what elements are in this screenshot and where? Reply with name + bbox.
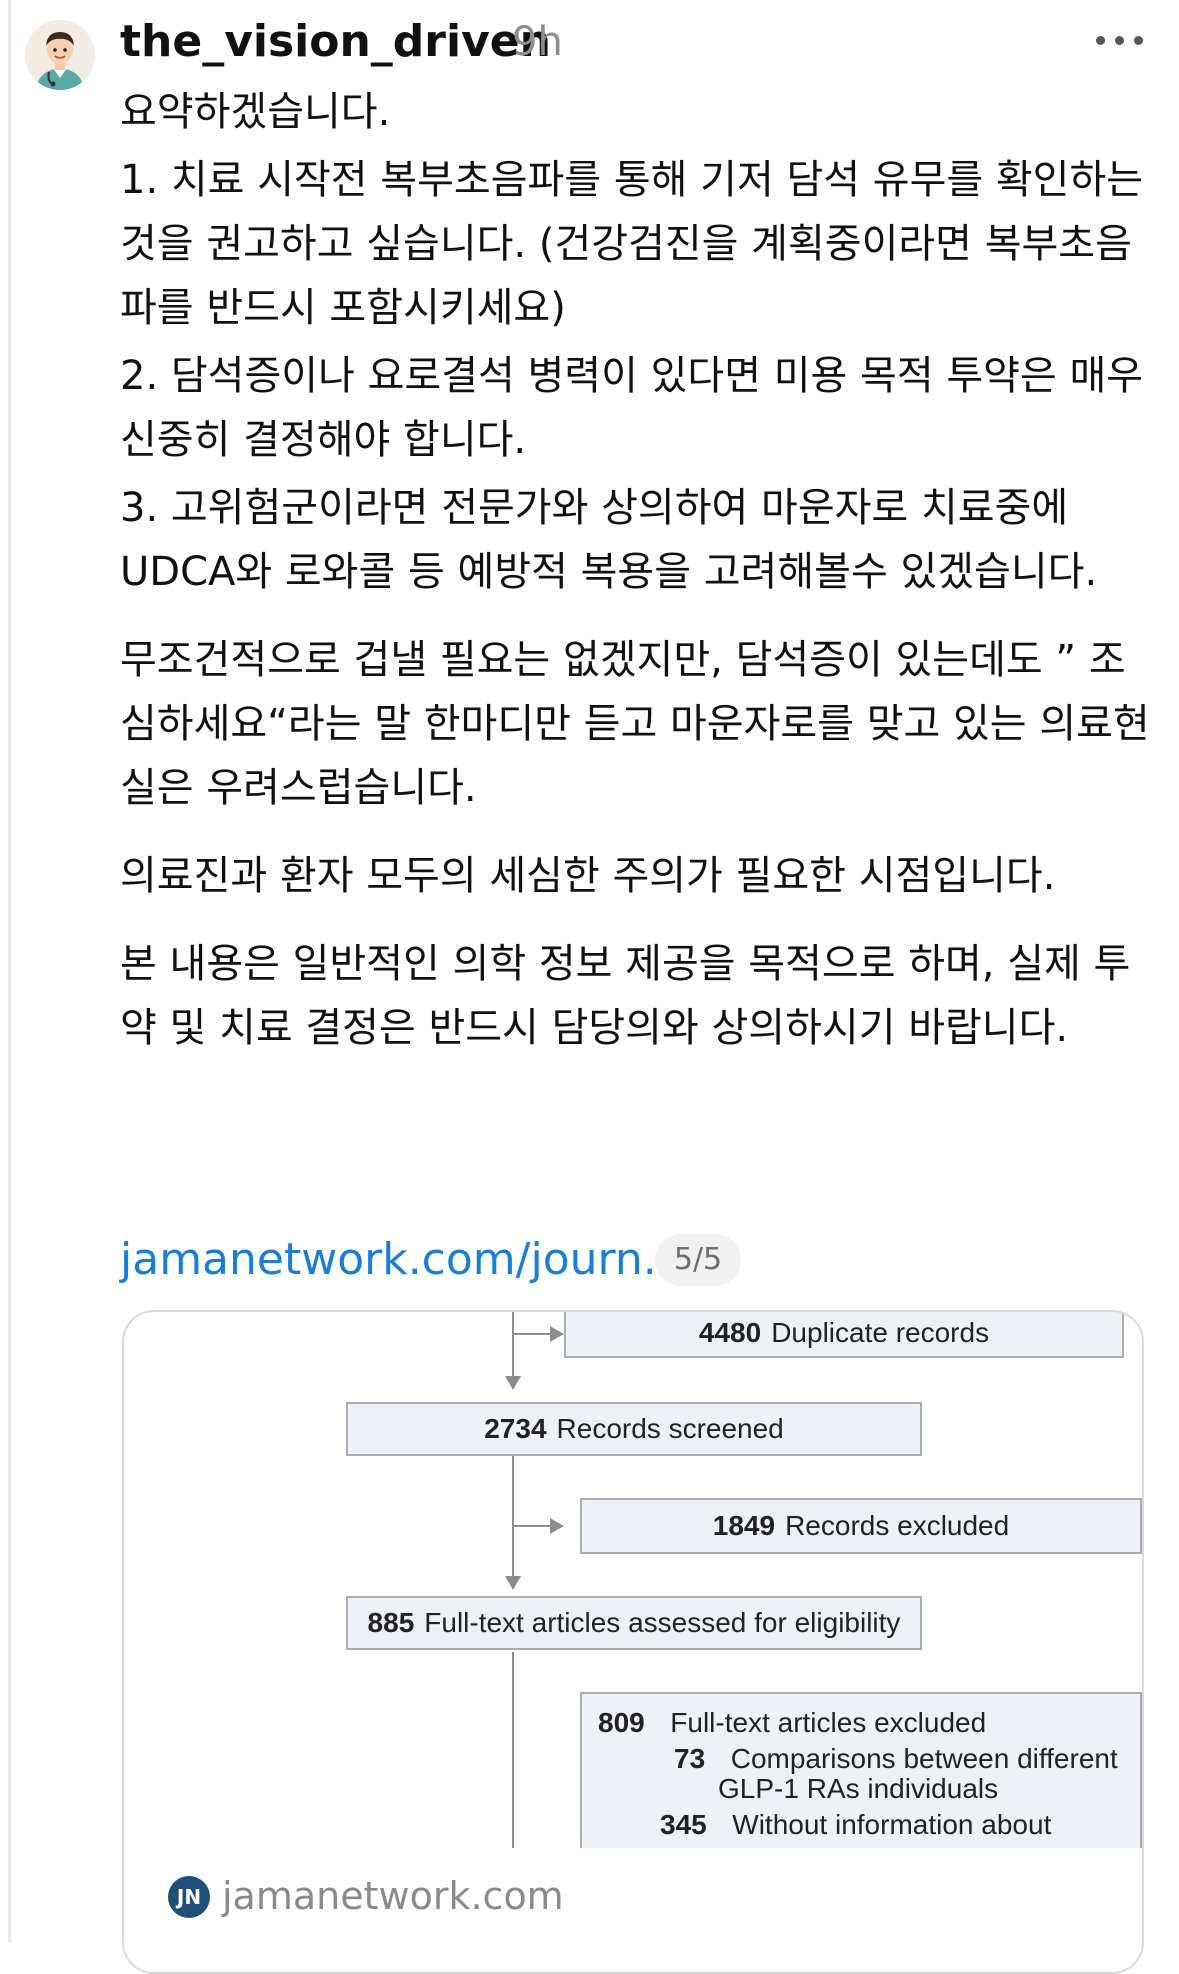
full-text-assessed-box: 885 Full-text articles assessed for eligi… bbox=[346, 1596, 922, 1650]
duplicate-count: 4480 bbox=[698, 1317, 762, 1348]
flow-connector bbox=[512, 1525, 552, 1527]
link-row: jamanetwork.com/journ... 5/5 bbox=[120, 1228, 820, 1292]
fulltext-excluded-label: Full-text articles excluded bbox=[670, 1707, 987, 1738]
exclusion-reason-cont: GLP-1 RAs individuals bbox=[718, 1773, 999, 1804]
excluded-count: 1849 bbox=[712, 1510, 776, 1541]
flow-connector bbox=[512, 1456, 514, 1578]
link-preview-card[interactable]: 4480 Duplicate records 2734 Records screen… bbox=[122, 1310, 1144, 1974]
excluded-label: Records excluded bbox=[785, 1510, 1010, 1541]
card-domain: jamanetwork.com bbox=[222, 1874, 564, 1918]
flow-arrow bbox=[505, 1576, 521, 1590]
flow-arrow bbox=[505, 1376, 521, 1390]
records-screened-box: 2734 Records screened bbox=[346, 1402, 922, 1456]
reason-count: 73 bbox=[674, 1743, 706, 1774]
duplicate-label: Duplicate records bbox=[771, 1317, 990, 1348]
reason-text: Comparisons between different bbox=[730, 1743, 1118, 1774]
post-paragraph: 요약하겠습니다. bbox=[120, 89, 391, 135]
post-time: 9h bbox=[512, 19, 563, 65]
records-excluded-box: 1849 Records excluded bbox=[580, 1498, 1142, 1554]
fulltext-excluded-heading: 809 Full-text articles excluded bbox=[598, 1706, 986, 1740]
post-paragraph: 1. 치료 시작전 복부초음파를 통해 기저 담석 유무를 확인하는 것을 권고… bbox=[120, 157, 1144, 331]
post-paragraph: 무조건적으로 겁낼 필요는 없겠지만, 담석증이 있는데도 ” 조심하세요“라는… bbox=[120, 637, 1150, 811]
flow-connector bbox=[512, 1312, 514, 1378]
flow-diagram-image: 4480 Duplicate records 2734 Records screen… bbox=[124, 1312, 1142, 1862]
flow-connector bbox=[512, 1333, 552, 1335]
assessed-label: Full-text articles assessed for eligibil… bbox=[424, 1607, 901, 1638]
card-footer: JN jamanetwork.com bbox=[124, 1848, 1142, 1972]
assessed-count: 885 bbox=[367, 1607, 415, 1638]
avatar[interactable] bbox=[25, 20, 95, 90]
flow-arrow bbox=[550, 1518, 564, 1534]
post-paragraph: 3. 고위험군이라면 전문가와 상의하여 마운자로 치료중에 UDCA와 로와콜… bbox=[120, 485, 1098, 595]
jn-logo-icon: JN bbox=[168, 1876, 210, 1918]
screened-label: Records screened bbox=[556, 1413, 784, 1444]
exclusion-reason: 73 Comparisons between different bbox=[674, 1742, 1118, 1776]
article-link[interactable]: jamanetwork.com/journ... bbox=[120, 1228, 685, 1292]
doctor-avatar-icon bbox=[25, 20, 95, 90]
flow-connector bbox=[512, 1652, 514, 1848]
flow-arrow bbox=[550, 1326, 564, 1342]
post-body: 요약하겠습니다. 1. 치료 시작전 복부초음파를 통해 기저 담석 유무를 확… bbox=[120, 80, 1150, 1060]
screened-count: 2734 bbox=[484, 1413, 547, 1444]
reason-text: Without information about bbox=[732, 1809, 1052, 1840]
username[interactable]: the_vision_driven bbox=[120, 14, 551, 70]
duplicate-records-box: 4480 Duplicate records bbox=[564, 1312, 1124, 1358]
page-count-badge: 5/5 bbox=[655, 1234, 741, 1286]
post-paragraph: 2. 담석증이나 요로결석 병력이 있다면 미용 목적 투약은 매우 신중히 결… bbox=[120, 353, 1144, 463]
exclusion-reason: 345 Without information about bbox=[660, 1808, 1051, 1842]
post-header: the_vision_driven 9h bbox=[120, 14, 1150, 70]
post-paragraph: 의료진과 환자 모두의 세심한 주의가 필요한 시점입니다. bbox=[120, 853, 1056, 899]
full-text-excluded-box: 809 Full-text articles excluded 73 Compa… bbox=[580, 1692, 1142, 1862]
thread-line bbox=[8, 0, 11, 1942]
fulltext-excluded-count: 809 bbox=[598, 1707, 645, 1738]
reason-count: 345 bbox=[660, 1809, 707, 1840]
post-paragraph: 본 내용은 일반적인 의학 정보 제공을 목적으로 하며, 실제 투약 및 치료… bbox=[120, 941, 1131, 1051]
more-options-icon[interactable] bbox=[1090, 18, 1150, 58]
